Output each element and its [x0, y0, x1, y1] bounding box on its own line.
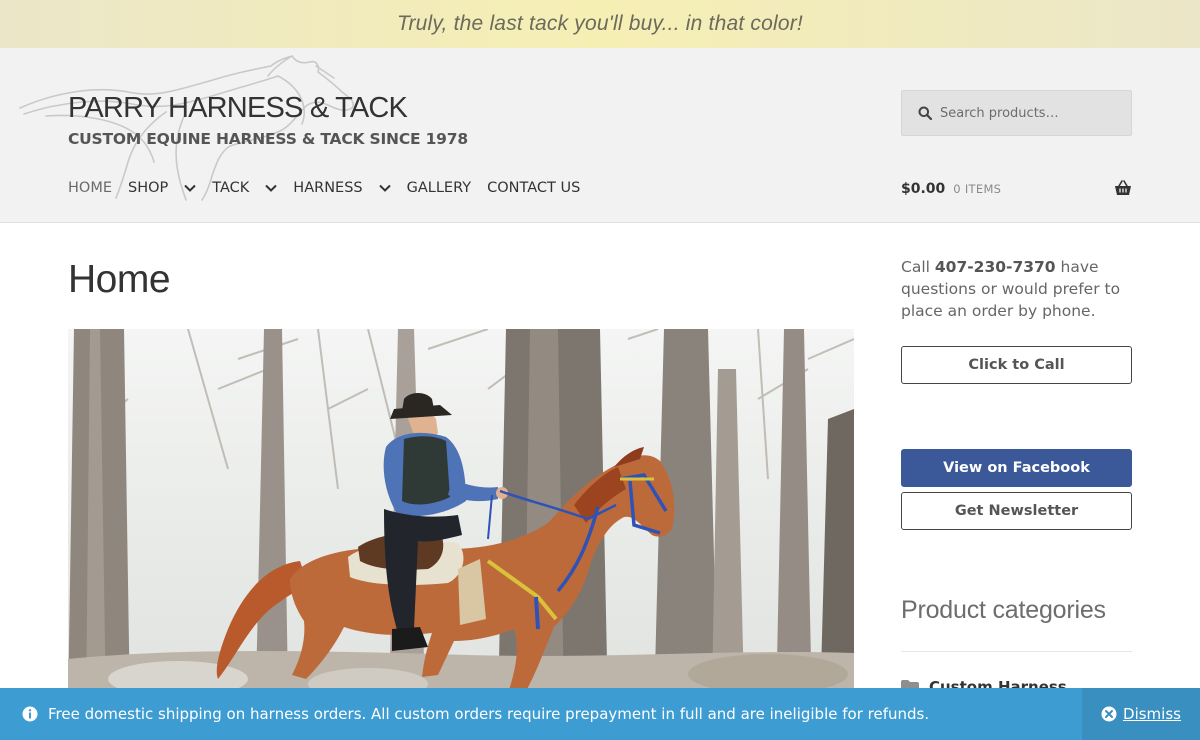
dismiss-notice-button[interactable]: Dismiss: [1082, 688, 1200, 740]
phone-number[interactable]: 407-230-7370: [935, 258, 1056, 276]
nav-item-tack[interactable]: TACK: [212, 180, 278, 196]
chevron-down-icon[interactable]: [378, 184, 391, 192]
hero-image: [68, 329, 854, 709]
click-to-call-button[interactable]: Click to Call: [901, 346, 1132, 384]
basket-icon[interactable]: [1114, 180, 1132, 196]
search-icon: [918, 106, 932, 120]
call-prefix: Call: [901, 258, 935, 276]
nav-label[interactable]: HARNESS: [293, 180, 362, 196]
get-newsletter-button[interactable]: Get Newsletter: [901, 492, 1132, 530]
info-icon: [22, 706, 38, 722]
primary-navigation: HOME SHOP TACK HARNESS GALLERY CONTACT U…: [68, 178, 596, 198]
dismiss-label[interactable]: Dismiss: [1123, 705, 1181, 723]
rider-on-horse-photo: [68, 329, 854, 709]
close-circle-icon[interactable]: [1101, 706, 1117, 722]
nav-item-harness[interactable]: HARNESS: [293, 180, 391, 196]
nav-item-home[interactable]: HOME: [68, 180, 112, 196]
cart-summary[interactable]: $0.00 0 ITEMS: [901, 178, 1132, 200]
search-input[interactable]: [940, 105, 1120, 121]
nav-label[interactable]: SHOP: [128, 180, 168, 196]
store-notice-bar: Free domestic shipping on harness orders…: [0, 688, 1200, 740]
nav-item-shop[interactable]: SHOP: [128, 180, 196, 196]
cart-item-count[interactable]: 0 ITEMS: [953, 182, 1001, 196]
product-search-box[interactable]: [901, 90, 1132, 136]
widget-divider: [901, 651, 1132, 652]
nav-label[interactable]: HOME: [68, 180, 112, 196]
site-tagline: CUSTOM EQUINE HARNESS & TACK SINCE 1978: [68, 130, 468, 148]
call-info-text: Call 407-230-7370 have questions or woul…: [901, 256, 1132, 322]
product-categories-heading: Product categories: [901, 596, 1106, 624]
nav-label[interactable]: GALLERY: [407, 180, 471, 196]
chevron-down-icon[interactable]: [184, 184, 196, 192]
page-title: Home: [68, 258, 171, 301]
view-on-facebook-button[interactable]: View on Facebook: [901, 449, 1132, 487]
nav-label[interactable]: CONTACT US: [487, 180, 580, 196]
nav-label[interactable]: TACK: [212, 180, 249, 196]
chevron-down-icon[interactable]: [265, 184, 278, 192]
cart-amount[interactable]: $0.00: [901, 181, 945, 197]
site-header: PARRY HARNESS & TACK CUSTOM EQUINE HARNE…: [0, 48, 1200, 223]
store-notice-text: Free domestic shipping on harness orders…: [48, 705, 930, 723]
site-title[interactable]: PARRY HARNESS & TACK: [68, 92, 408, 125]
nav-item-gallery[interactable]: GALLERY: [407, 180, 471, 196]
store-tagline-banner: Truly, the last tack you'll buy... in th…: [397, 12, 803, 35]
top-announcement-bar: Truly, the last tack you'll buy... in th…: [0, 0, 1200, 48]
nav-item-contact-us[interactable]: CONTACT US: [487, 180, 580, 196]
